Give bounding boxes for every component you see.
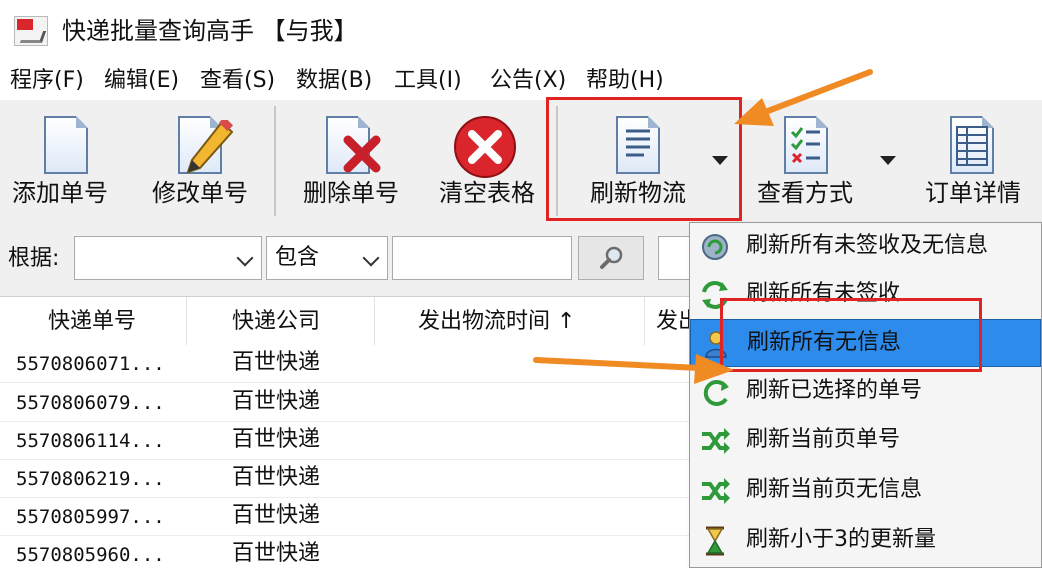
menu-item-refresh-current-page[interactable]: 刷新当前页单号 [690, 417, 1041, 465]
clear-table-button[interactable]: 清空表格 [432, 100, 542, 218]
menu-view[interactable]: 查看(S) [200, 66, 275, 96]
column-header-ship-time[interactable]: 发出物流时间 ↑ [418, 307, 575, 337]
table-document-icon [944, 114, 1000, 180]
annotation-arrow-icon [734, 69, 873, 126]
menu-item-refresh-current-page-no-info[interactable]: 刷新当前页无信息 [690, 467, 1041, 515]
tracking-number-cell: 5570805960... [16, 544, 165, 566]
refresh-disk-icon [702, 234, 728, 260]
tracking-number-cell: 5570806079... [16, 392, 165, 414]
filter-label: 根据: [8, 246, 60, 271]
tracking-number-cell: 5570806114... [16, 430, 165, 452]
table-row[interactable]: 5570806114... 百世快递 [0, 422, 700, 460]
order-detail-button[interactable]: 订单详情 [918, 100, 1028, 218]
courier-company-cell: 百世快递 [232, 427, 321, 452]
column-separator [186, 297, 187, 345]
match-mode-select[interactable]: 包含 [266, 236, 388, 280]
delete-number-label: 删除单号 [303, 179, 399, 207]
table-row[interactable]: 5570805960... 百世快递 [0, 536, 700, 568]
title-bar: 快递批量查询高手 【与我】 [0, 0, 1042, 62]
courier-company-cell: 百世快递 [232, 389, 321, 414]
search-input[interactable] [392, 236, 572, 280]
annotation-arrow-icon [533, 354, 734, 384]
menu-data[interactable]: 数据(B) [296, 66, 372, 96]
pencil-document-icon [172, 114, 234, 180]
view-mode-label: 查看方式 [757, 179, 853, 207]
add-number-button[interactable]: 添加单号 [6, 100, 114, 218]
menu-item-label: 刷新已选择的单号 [746, 378, 923, 403]
chevron-down-icon [236, 249, 254, 267]
shuffle-icon [702, 428, 730, 454]
tracking-number-cell: 5570806071... [16, 353, 165, 375]
filter-field-select[interactable] [74, 236, 262, 280]
menu-item-refresh-low-update[interactable]: 刷新小于3的更新量 [690, 517, 1041, 565]
magnifier-icon [600, 246, 623, 269]
menu-item-label: 刷新当前页单号 [746, 427, 901, 452]
column-separator [374, 297, 375, 345]
menu-tools[interactable]: 工具(I) [394, 66, 462, 96]
app-logo-icon [14, 16, 48, 46]
tracking-number-cell: 5570806219... [16, 468, 165, 490]
column-header-number[interactable]: 快递单号 [48, 307, 136, 337]
menu-bar: 程序(F) 编辑(E) 查看(S) 数据(B) 工具(I) 公告(X) 帮助(H… [0, 62, 1042, 100]
menu-item-refresh-selected[interactable]: 刷新已选择的单号 [690, 368, 1041, 416]
order-detail-label: 订单详情 [925, 179, 1021, 207]
delete-number-button[interactable]: 删除单号 [296, 100, 406, 218]
menu-item-refresh-unsigned-and-no-info[interactable]: 刷新所有未签收及无信息 [690, 223, 1041, 271]
window-title: 快递批量查询高手 【与我】 [62, 17, 358, 45]
menu-item-label: 刷新当前页无信息 [746, 477, 923, 502]
table-row[interactable]: 5570806219... 百世快递 [0, 460, 700, 498]
courier-company-cell: 百世快递 [232, 503, 321, 528]
table-row[interactable]: 5570805997... 百世快递 [0, 498, 700, 536]
tracking-number-cell: 5570805997... [16, 506, 165, 528]
menu-item-highlight [720, 298, 982, 372]
match-mode-value: 包含 [275, 245, 320, 270]
chevron-down-icon [362, 249, 380, 267]
toolbar: 添加单号 修改单号 删除单号 清空表格 刷新物流 查看方式 订单详情 [0, 100, 1042, 224]
hourglass-icon [706, 526, 724, 556]
document-icon [38, 114, 94, 180]
view-dropdown-arrow-icon[interactable] [880, 156, 896, 165]
delete-document-icon [320, 114, 381, 180]
clear-table-label: 清空表格 [439, 179, 535, 207]
courier-company-cell: 百世快递 [232, 465, 321, 490]
menu-notice[interactable]: 公告(X) [490, 66, 566, 96]
courier-company-cell: 百世快递 [232, 541, 321, 566]
menu-item-label: 刷新所有未签收及无信息 [746, 233, 989, 258]
edit-number-button[interactable]: 修改单号 [146, 100, 254, 218]
add-number-label: 添加单号 [12, 179, 108, 207]
menu-item-label: 刷新小于3的更新量 [746, 527, 936, 552]
column-header-company[interactable]: 快递公司 [232, 307, 320, 337]
refresh-dropdown-menu: 刷新所有未签收及无信息 刷新所有未签收 刷新所有无信息 刷新已选择的单号 刷新当… [689, 222, 1042, 568]
menu-edit[interactable]: 编辑(E) [104, 66, 179, 96]
menu-help[interactable]: 帮助(H) [586, 66, 664, 96]
toolbar-separator [274, 106, 276, 216]
refresh-button-highlight [546, 97, 742, 221]
edit-number-label: 修改单号 [152, 179, 248, 207]
column-separator [644, 297, 645, 345]
shuffle-icon [702, 478, 730, 504]
clear-x-icon [452, 114, 518, 180]
search-button[interactable] [578, 236, 644, 280]
menu-program[interactable]: 程序(F) [10, 66, 84, 96]
courier-company-cell: 百世快递 [232, 350, 321, 375]
